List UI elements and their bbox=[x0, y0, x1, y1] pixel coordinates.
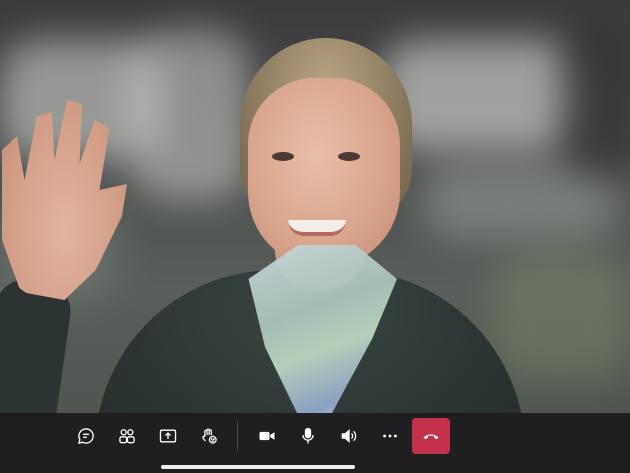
call-control-bar bbox=[0, 413, 630, 473]
microphone-button[interactable] bbox=[291, 421, 325, 451]
background-blur bbox=[560, 20, 630, 180]
hang-up-button[interactable] bbox=[412, 418, 450, 454]
more-icon bbox=[383, 434, 397, 438]
hang-up-icon bbox=[423, 434, 439, 440]
speaker-button[interactable] bbox=[332, 421, 366, 451]
reactions-button[interactable] bbox=[192, 421, 226, 451]
participant-smile bbox=[288, 220, 346, 236]
people-icon bbox=[119, 429, 135, 444]
background-blur bbox=[130, 30, 250, 200]
share-screen-icon bbox=[159, 429, 177, 443]
participants-button[interactable] bbox=[110, 421, 144, 451]
chat-icon bbox=[77, 428, 94, 445]
camera-button[interactable] bbox=[250, 421, 284, 451]
raise-hand-icon bbox=[202, 428, 217, 444]
home-indicator[interactable] bbox=[161, 465, 355, 469]
video-camera-icon bbox=[259, 431, 275, 441]
background-blur bbox=[490, 250, 630, 380]
participant-eye bbox=[338, 152, 360, 161]
toolbar-separator bbox=[237, 422, 238, 450]
chat-button[interactable] bbox=[69, 421, 103, 451]
more-options-button[interactable] bbox=[373, 421, 407, 451]
speaker-icon bbox=[341, 429, 357, 443]
participant-face bbox=[248, 78, 400, 268]
participant-eye bbox=[272, 152, 294, 161]
share-button[interactable] bbox=[151, 421, 185, 451]
participant-video[interactable] bbox=[0, 0, 630, 413]
microphone-icon bbox=[302, 427, 314, 444]
